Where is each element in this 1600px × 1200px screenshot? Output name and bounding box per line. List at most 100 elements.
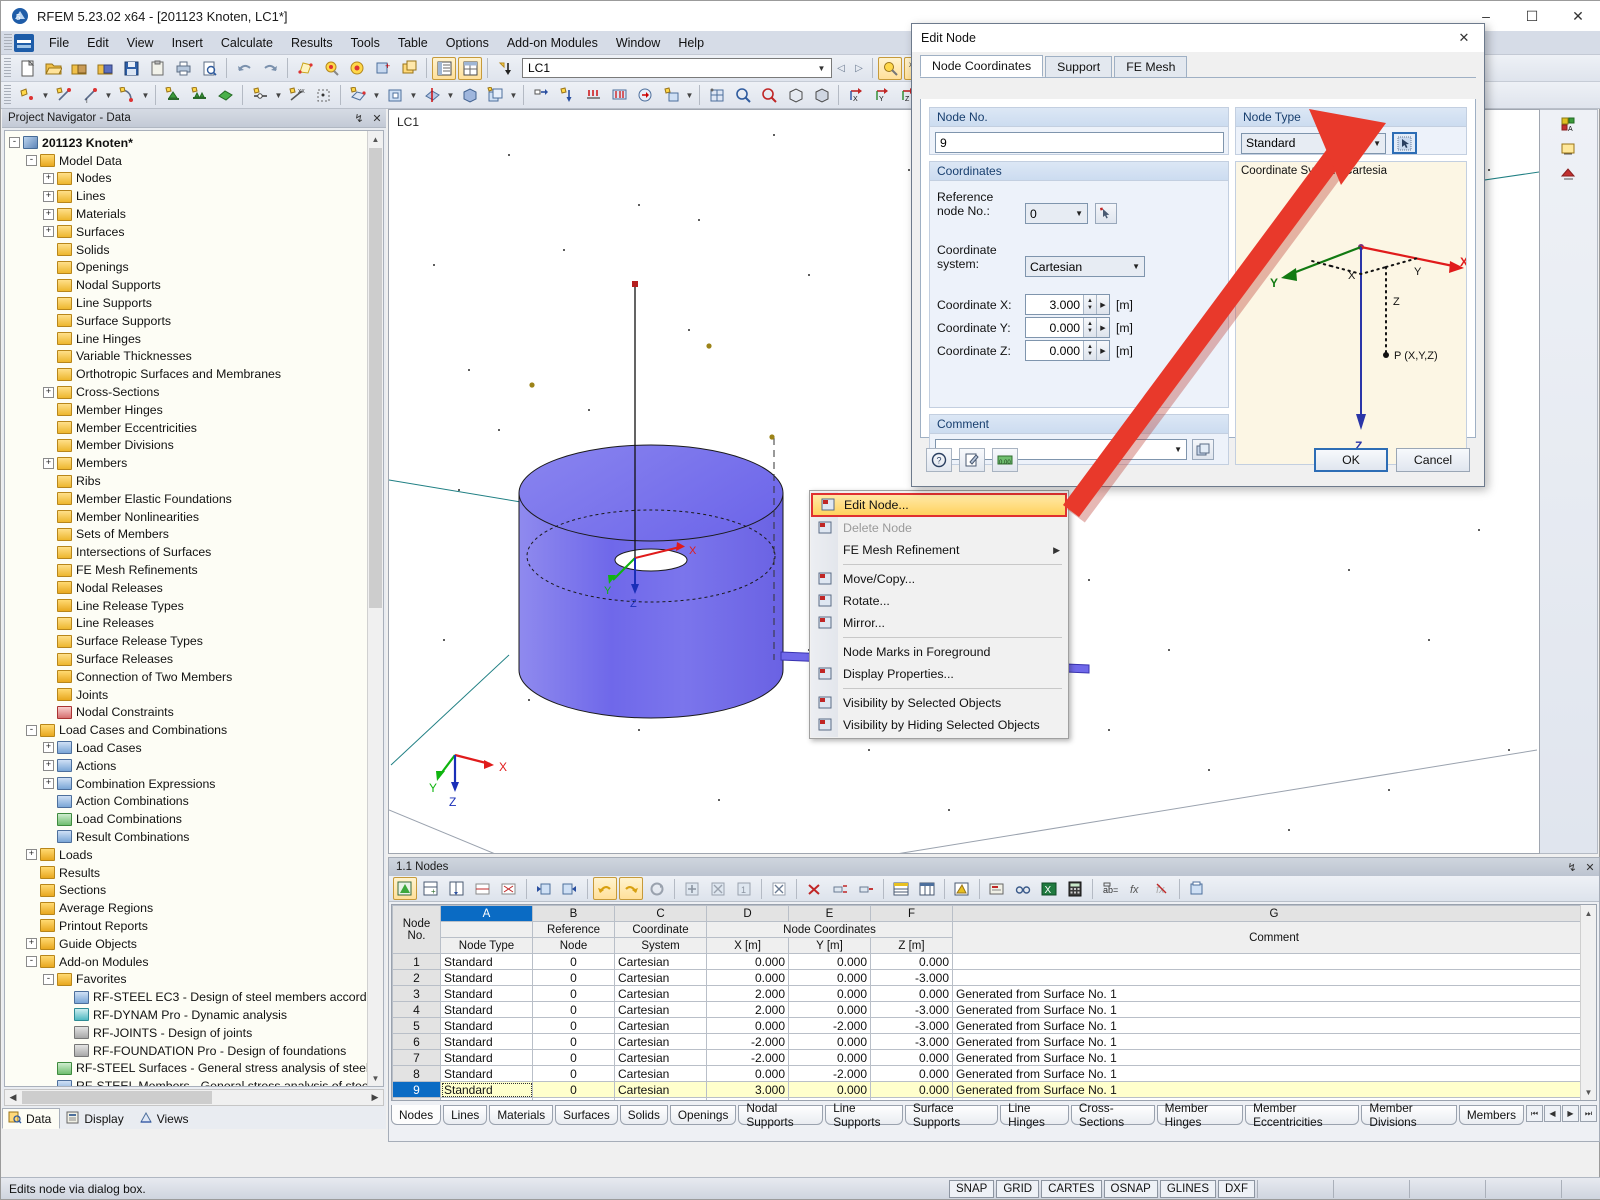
clipboard-icon[interactable] xyxy=(145,57,169,80)
cell-reference-node[interactable]: 0 xyxy=(532,1017,615,1034)
tree-item[interactable]: Sections xyxy=(9,881,383,899)
cell-comment[interactable]: Generated from Surface No. 1 xyxy=(952,1001,1596,1018)
tree-item[interactable]: - Favorites xyxy=(9,970,383,988)
coordinate-z-spinner[interactable]: ▲ ▼ xyxy=(1083,341,1096,360)
new-arc-icon[interactable] xyxy=(115,84,139,107)
menu-options[interactable]: Options xyxy=(437,33,498,53)
reference-node-combobox[interactable]: 0 ▼ xyxy=(1025,203,1088,224)
grid-scroll-up-icon[interactable]: ▲ xyxy=(1581,905,1596,921)
new-line-icon[interactable] xyxy=(52,84,76,107)
table-view-rows-icon[interactable] xyxy=(889,877,913,900)
table-prev-button[interactable]: ◀ xyxy=(1544,1105,1561,1122)
cell-reference-node[interactable]: 0 xyxy=(532,1049,615,1066)
tree-item[interactable]: + Actions xyxy=(9,757,383,775)
cell-coord-z[interactable]: 0.000 xyxy=(870,985,953,1002)
cell-coord-x[interactable]: -2.000 xyxy=(706,1049,789,1066)
cell-comment[interactable] xyxy=(952,969,1596,986)
new-surface-icon[interactable] xyxy=(346,84,370,107)
node-type-pick-button[interactable] xyxy=(1392,132,1417,154)
view-y-icon[interactable]: Y xyxy=(870,84,894,107)
row-number-cell[interactable]: 3 xyxy=(392,985,441,1002)
cell-reference-node[interactable]: 0 xyxy=(532,1033,615,1050)
expand-icon[interactable]: + xyxy=(43,172,54,184)
coordinate-z-input[interactable]: 0.000 ▲ ▼ ▶ xyxy=(1025,340,1110,361)
cell-coordinate-system[interactable]: Cartesian xyxy=(614,953,707,970)
cell-coord-z[interactable]: -3.000 xyxy=(870,1017,953,1034)
generate-load-dropdown-icon[interactable]: ▼ xyxy=(684,84,695,107)
row-number-cell[interactable]: 8 xyxy=(392,1065,441,1082)
tree-item[interactable]: Member Eccentricities xyxy=(9,419,383,437)
opening-dropdown-icon[interactable]: ▼ xyxy=(408,84,419,107)
table-export-excel-icon[interactable]: X xyxy=(1037,877,1061,900)
cell-coord-z[interactable]: -3.000 xyxy=(870,1001,953,1018)
cell-comment[interactable]: Generated from Surface No. 1 xyxy=(952,1081,1596,1098)
row-number-cell[interactable]: 2 xyxy=(392,969,441,986)
cell-node-type[interactable]: Standard xyxy=(440,969,533,986)
table-pin-icon[interactable]: ↯ xyxy=(1563,861,1581,874)
tree-item[interactable]: Openings xyxy=(9,259,383,277)
expand-icon[interactable]: + xyxy=(43,386,54,398)
solid-copy-icon[interactable] xyxy=(483,84,507,107)
cell-coordinate-system[interactable]: Cartesian xyxy=(614,985,707,1002)
navigator-horizontal-scrollbar[interactable]: ◀ ▶ xyxy=(4,1089,384,1106)
dock-node-marks-icon[interactable] xyxy=(1557,138,1580,160)
menu-window[interactable]: Window xyxy=(607,33,669,53)
nodes-grid[interactable]: Node No. A B C D E F G Reference Coordinate Node Co… xyxy=(391,904,1597,1101)
table-row[interactable]: 8 Standard 0 Cartesian 0.000 -2.000 0.000 Gener… xyxy=(392,1065,1596,1082)
tree-item[interactable]: Line Supports xyxy=(9,294,383,312)
free-load-icon[interactable] xyxy=(633,84,657,107)
save-icon[interactable] xyxy=(119,57,143,80)
grid-column-letter-d[interactable]: D xyxy=(706,905,789,922)
cell-coordinate-system[interactable]: Cartesian xyxy=(614,969,707,986)
table-fx-del-icon[interactable]: fx xyxy=(1150,877,1174,900)
table-tab-member-eccentricities[interactable]: Member Eccentricities xyxy=(1245,1101,1360,1129)
cell-coord-y[interactable]: -2.000 xyxy=(788,1065,871,1082)
context-menu-item[interactable]: Display Properties... xyxy=(810,663,1068,685)
toolbar-grip-1[interactable] xyxy=(4,58,11,78)
tree-item[interactable]: Results xyxy=(9,864,383,882)
cell-comment[interactable] xyxy=(952,953,1596,970)
cell-reference-node[interactable]: 0 xyxy=(532,1065,615,1082)
table-undo-icon[interactable] xyxy=(593,877,617,900)
cell-coord-y[interactable]: 0.000 xyxy=(788,1049,871,1066)
row-number-cell[interactable]: 6 xyxy=(392,1033,441,1050)
cell-coord-x[interactable]: 2.000 xyxy=(706,985,789,1002)
cell-reference-node[interactable]: 0 xyxy=(532,1081,615,1098)
tree-item[interactable]: Ribs xyxy=(9,472,383,490)
expand-icon[interactable]: + xyxy=(43,226,54,238)
tree-item[interactable]: Member Nonlinearities xyxy=(9,508,383,526)
tree-item[interactable]: RF-STEEL EC3 - Design of steel members a… xyxy=(9,988,383,1006)
navigator-vertical-scrollbar[interactable]: ▲ ▼ xyxy=(367,131,383,1086)
cell-reference-node[interactable]: 0 xyxy=(532,969,615,986)
expand-icon[interactable]: + xyxy=(26,849,37,861)
open-blue-icon[interactable] xyxy=(93,57,117,80)
hscroll-right-icon[interactable]: ▶ xyxy=(367,1092,383,1103)
status-toggle-grid[interactable]: GRID xyxy=(996,1179,1040,1198)
member-hinge-icon[interactable] xyxy=(248,84,272,107)
status-toggle-snap[interactable]: SNAP xyxy=(949,1179,995,1198)
table-move-left-icon[interactable] xyxy=(532,877,556,900)
zoom-out-icon[interactable] xyxy=(757,84,781,107)
zoom-in-icon[interactable] xyxy=(731,84,755,107)
chevron-down-icon[interactable]: ▼ xyxy=(1373,139,1381,148)
status-toggle-cartes[interactable]: CARTES xyxy=(1041,1179,1102,1198)
isometric-view-icon[interactable] xyxy=(783,84,807,107)
cell-coordinate-system[interactable]: Cartesian xyxy=(614,1081,707,1098)
table-last-button[interactable]: ⏭ xyxy=(1580,1105,1597,1122)
maximize-button[interactable]: ☐ xyxy=(1509,1,1555,31)
line-support-icon[interactable] xyxy=(187,84,211,107)
table-select-icon[interactable] xyxy=(706,877,730,900)
menu-help[interactable]: Help xyxy=(669,33,713,53)
table-tab-openings[interactable]: Openings xyxy=(669,1105,737,1125)
load-icon[interactable] xyxy=(529,84,553,107)
tree-item[interactable]: Nodal Supports xyxy=(9,276,383,294)
tree-item[interactable]: RF-FOUNDATION Pro - Design of foundation… xyxy=(9,1042,383,1060)
scroll-down-icon[interactable]: ▼ xyxy=(368,1070,383,1086)
tree-item[interactable]: + Load Cases xyxy=(9,739,383,757)
row-number-cell[interactable]: 9 xyxy=(392,1081,441,1098)
cell-coord-y[interactable]: 0.000 xyxy=(788,1081,871,1098)
table-insert-col-icon[interactable] xyxy=(445,877,469,900)
grid-vertical-scrollbar[interactable]: ▲ ▼ xyxy=(1580,905,1596,1100)
grid-column-letter-g[interactable]: G xyxy=(952,905,1596,922)
table-tab-surface-supports[interactable]: Surface Supports xyxy=(904,1101,999,1129)
